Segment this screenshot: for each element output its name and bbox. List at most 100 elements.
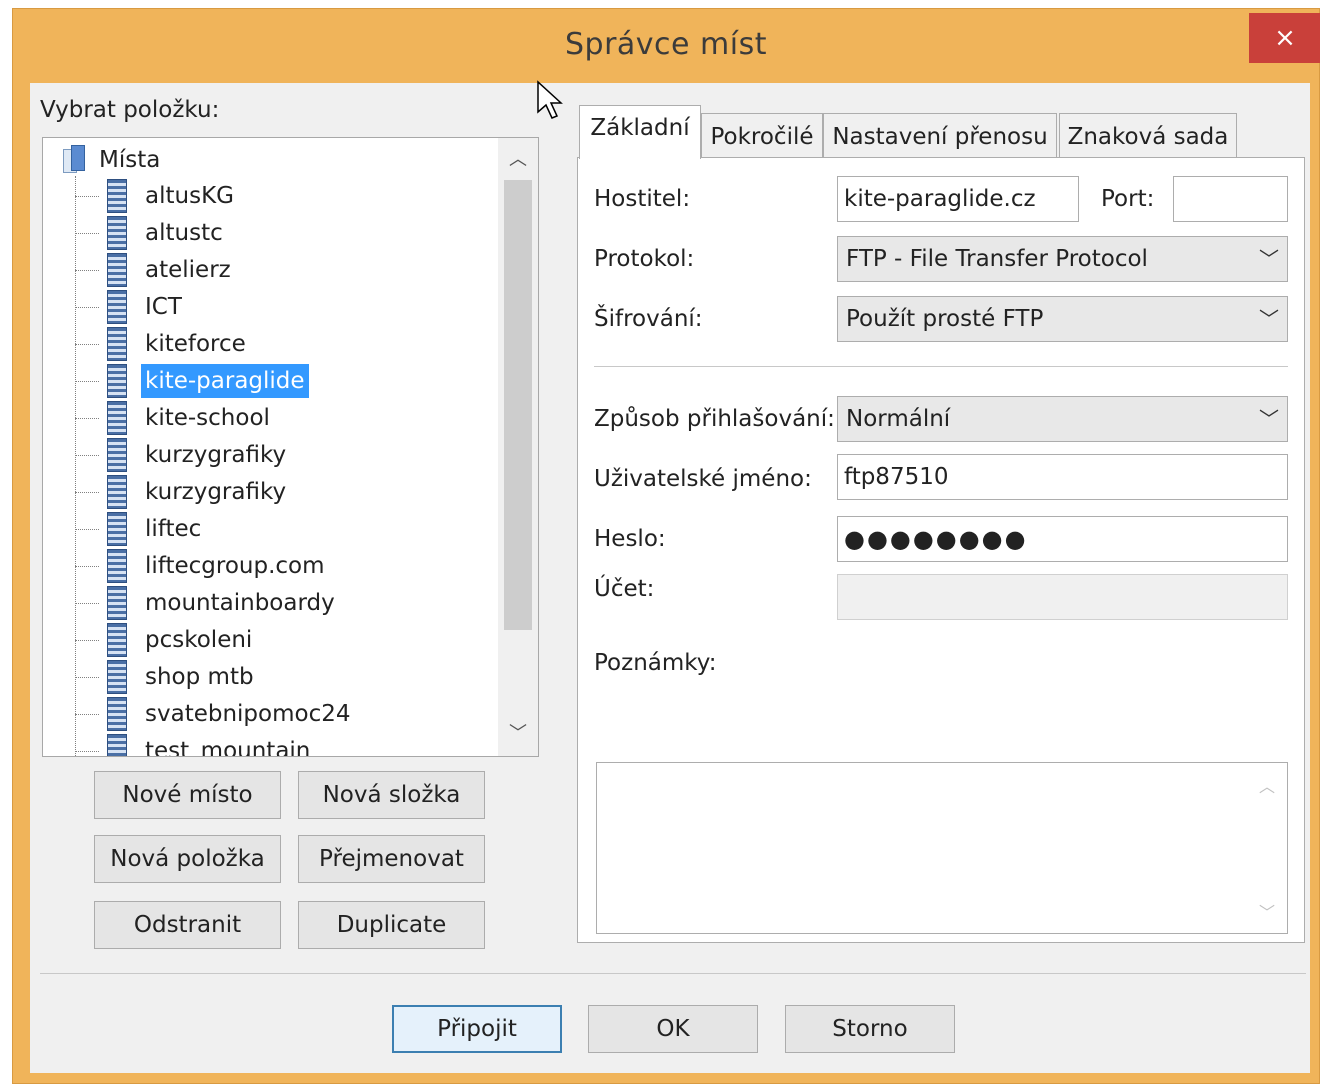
tree-item-label: altusKG [145, 183, 234, 209]
tree-item[interactable]: pcskoleni [75, 622, 256, 658]
tree-scrollbar[interactable]: ︿ ﹀ [498, 138, 538, 756]
tree-item[interactable]: liftecgroup.com [75, 548, 329, 584]
tree-item[interactable]: liftec [75, 511, 205, 547]
tree-root[interactable]: Místa [61, 144, 160, 176]
encryption-select[interactable]: Použít prosté FTP ﹀ [837, 296, 1288, 342]
password-field[interactable]: ●●●●●●●● [837, 516, 1288, 562]
protocol-value: FTP - File Transfer Protocol [846, 246, 1148, 272]
rename-button[interactable]: Přejmenovat [298, 835, 485, 883]
tree-connector [75, 195, 99, 197]
tree-item-label: liftec [145, 516, 202, 542]
tree-connector [75, 491, 99, 493]
tab-advanced[interactable]: Pokročilé [701, 113, 823, 159]
new-site-button[interactable]: Nové místo [94, 771, 281, 819]
connect-button[interactable]: Připojit [392, 1005, 562, 1053]
tree-item[interactable]: ICT [75, 289, 186, 325]
tree-item[interactable]: kurzygrafiky [75, 437, 290, 473]
username-label: Uživatelské jméno: [594, 466, 812, 492]
tree-connector [75, 380, 99, 382]
general-tab-panel: Hostitel: kite-paraglide.cz Port: Protok… [577, 157, 1305, 943]
server-icon [107, 438, 127, 472]
encryption-label: Šifrování: [594, 306, 703, 332]
scroll-down-icon[interactable]: ﹀ [498, 716, 538, 752]
tree-item-label: svatebnipomoc24 [145, 701, 351, 727]
tree-connector [75, 343, 99, 345]
scroll-up-icon[interactable]: ︿ [1247, 773, 1287, 797]
host-label: Hostitel: [594, 186, 691, 212]
tree-root-label: Místa [99, 147, 161, 173]
tree-item[interactable]: shop mtb [75, 659, 258, 695]
tree-item-label: liftecgroup.com [145, 553, 325, 579]
tab-transfer-settings[interactable]: Nastavení přenosu [823, 113, 1057, 159]
tree-item[interactable]: altustc [75, 215, 227, 251]
username-field[interactable]: ftp87510 [837, 454, 1288, 500]
tree-item[interactable]: kiteforce [75, 326, 250, 362]
footer-separator [40, 973, 1306, 974]
tree-item-label: kiteforce [145, 331, 246, 357]
notes-textarea[interactable]: ︿ ﹀ [596, 762, 1288, 934]
tree-item-label: test_mountain [145, 738, 311, 757]
server-icon [107, 216, 127, 250]
server-icon [107, 364, 127, 398]
site-manager-window: Správce míst × Vybrat položku: Místa alt… [12, 8, 1320, 1084]
logon-type-select[interactable]: Normální ﹀ [837, 396, 1288, 442]
server-icon [107, 327, 127, 361]
scroll-thumb[interactable] [504, 180, 532, 630]
tree-connector [75, 639, 99, 641]
scroll-down-icon[interactable]: ﹀ [1247, 899, 1287, 923]
dialog-client-area: Vybrat položku: Místa altusKG altustc atel… [30, 83, 1310, 1073]
ok-button[interactable]: OK [588, 1005, 758, 1053]
server-icon [107, 549, 127, 583]
server-icon [107, 734, 127, 756]
tree-item-label: shop mtb [145, 664, 254, 690]
host-field[interactable]: kite-paraglide.cz [837, 176, 1079, 222]
scroll-up-icon[interactable]: ︿ [498, 142, 538, 178]
account-field [837, 574, 1288, 620]
tab-charset[interactable]: Znaková sada [1059, 113, 1237, 159]
cancel-button[interactable]: Storno [785, 1005, 955, 1053]
tree-item-label: kite-paraglide [141, 364, 309, 398]
tree-item[interactable]: test_mountain [75, 733, 314, 757]
duplicate-button[interactable]: Duplicate [298, 901, 485, 949]
mouse-cursor-icon [537, 80, 563, 119]
tree-item[interactable]: mountainboardy [75, 585, 339, 621]
tree-item-label: atelierz [145, 257, 231, 283]
close-icon: × [1274, 23, 1296, 53]
tree-item[interactable]: kurzygrafiky [75, 474, 290, 510]
tree-connector [75, 676, 99, 678]
notes-scrollbar[interactable]: ︿ ﹀ [1247, 763, 1287, 933]
protocol-select[interactable]: FTP - File Transfer Protocol ﹀ [837, 236, 1288, 282]
tree-connector [75, 232, 99, 234]
tree-item-label: kurzygrafiky [145, 442, 287, 468]
folder-icon [61, 145, 87, 175]
new-item-button[interactable]: Nová položka [94, 835, 281, 883]
close-button[interactable]: × [1249, 13, 1320, 63]
logon-type-label: Způsob přihlašování: [594, 406, 835, 432]
server-icon [107, 179, 127, 213]
server-icon [107, 623, 127, 657]
server-icon [107, 253, 127, 287]
server-icon [107, 401, 127, 435]
tree-connector [75, 306, 99, 308]
tree-item[interactable]: atelierz [75, 252, 235, 288]
tree-connector [75, 269, 99, 271]
password-label: Heslo: [594, 526, 666, 552]
server-icon [107, 475, 127, 509]
title-bar[interactable]: Správce míst × [13, 9, 1320, 83]
tree-connector [75, 713, 99, 715]
tree-connector [75, 454, 99, 456]
chevron-down-icon: ﹀ [1259, 407, 1279, 431]
delete-button[interactable]: Odstranit [94, 901, 281, 949]
port-field[interactable] [1173, 176, 1288, 222]
tree-item-label: kurzygrafiky [145, 479, 287, 505]
tree-item[interactable]: kite-paraglide [75, 363, 309, 399]
tab-general[interactable]: Základní [579, 105, 701, 159]
site-tree[interactable]: Místa altusKG altustc atelierz ICT kiteforce… [42, 137, 539, 757]
tree-item[interactable]: svatebnipomoc24 [75, 696, 354, 732]
tree-item[interactable]: kite-school [75, 400, 274, 436]
new-folder-button[interactable]: Nová složka [298, 771, 485, 819]
tree-item[interactable]: altusKG [75, 178, 238, 214]
server-icon [107, 697, 127, 731]
tree-connector [75, 417, 99, 419]
server-icon [107, 290, 127, 324]
